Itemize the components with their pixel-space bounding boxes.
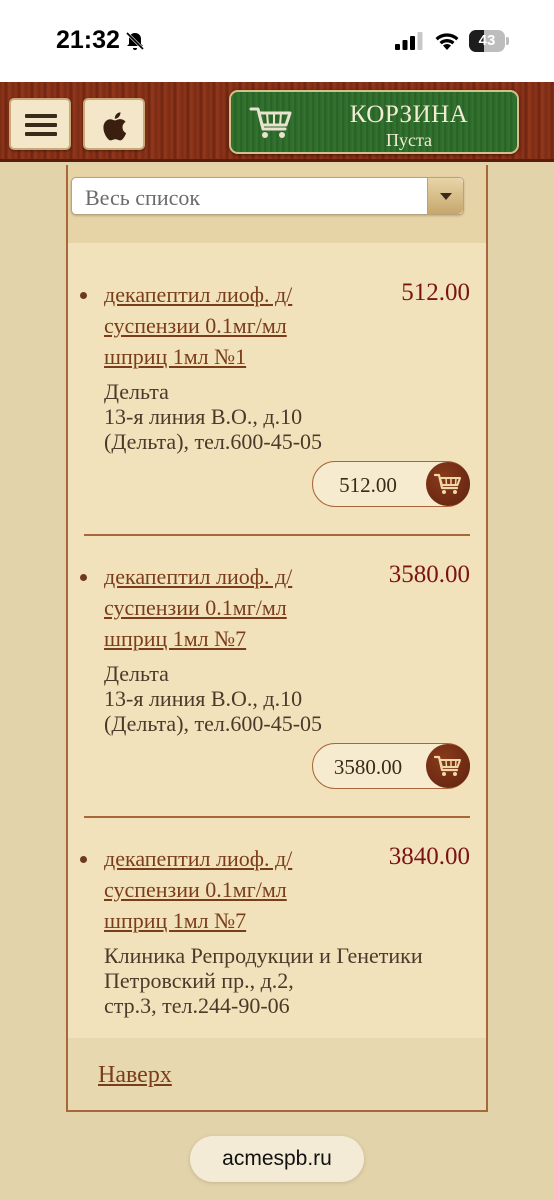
- site-header: КОРЗИНА Пуста: [0, 82, 554, 162]
- cellular-signal-icon: [395, 32, 423, 50]
- bell-muted-icon: [125, 31, 145, 51]
- panel-footer: Наверх: [68, 1038, 486, 1110]
- shopping-cart-icon: [249, 107, 292, 138]
- battery-icon: 43: [469, 30, 509, 52]
- filter-select[interactable]: Весь список: [71, 177, 464, 215]
- divider: [84, 816, 470, 818]
- item-pharmacy: Дельта 13-я линия В.О., д.10 (Дельта), т…: [104, 661, 323, 736]
- item-name-link[interactable]: декапептил лиоф. д/ суспензии 0.1мг/мл ш…: [104, 279, 334, 372]
- bullet-icon: [80, 574, 87, 581]
- item-price: 512.00: [401, 279, 470, 306]
- hamburger-menu-icon: [25, 114, 57, 118]
- cart-icon: [426, 744, 470, 788]
- divider: [84, 534, 470, 536]
- browser-url: acmespb.ru: [222, 1147, 332, 1170]
- add-to-cart-button[interactable]: 512.00: [312, 461, 470, 507]
- filter-select-value: Весь список: [85, 185, 201, 210]
- main-panel: Весь список декапептил лиоф. д/ суспензи…: [66, 165, 488, 1112]
- menu-button[interactable]: [9, 98, 71, 150]
- status-time: 21:32: [56, 26, 120, 54]
- apple-button[interactable]: [83, 98, 145, 150]
- cart-status: Пуста: [385, 130, 433, 150]
- item-name-link[interactable]: декапептил лиоф. д/ суспензии 0.1мг/мл ш…: [104, 843, 334, 936]
- cart-icon: [426, 462, 470, 506]
- item-pharmacy: Дельта 13-я линия В.О., д.10 (Дельта), т…: [104, 379, 323, 454]
- item-pharmacy: Клиника Репродукции и Генетики Петровски…: [104, 943, 423, 1018]
- item-price: 3580.00: [388, 561, 470, 588]
- bullet-icon: [80, 856, 87, 863]
- wifi-icon: [435, 33, 459, 50]
- battery-level: 43: [478, 32, 496, 49]
- apple-logo-icon: [103, 112, 127, 141]
- add-to-cart-price: 512.00: [339, 473, 397, 497]
- chevron-down-icon[interactable]: [427, 178, 463, 214]
- bullet-icon: [80, 292, 87, 299]
- back-to-top-link[interactable]: Наверх: [98, 1062, 172, 1089]
- add-to-cart-button[interactable]: 3580.00: [312, 743, 470, 789]
- results-list: декапептил лиоф. д/ суспензии 0.1мг/мл ш…: [68, 243, 486, 1038]
- cart-button[interactable]: КОРЗИНА Пуста: [229, 90, 519, 154]
- add-to-cart-price: 3580.00: [333, 755, 403, 779]
- cart-title: КОРЗИНА: [349, 101, 469, 128]
- item-price: 3840.00: [388, 843, 470, 870]
- item-name-link[interactable]: декапептил лиоф. д/ суспензии 0.1мг/мл ш…: [104, 561, 334, 654]
- filter-area: Весь список: [68, 165, 486, 243]
- status-bar: 21:32 43: [0, 0, 554, 82]
- browser-address-bar[interactable]: acmespb.ru: [190, 1136, 364, 1182]
